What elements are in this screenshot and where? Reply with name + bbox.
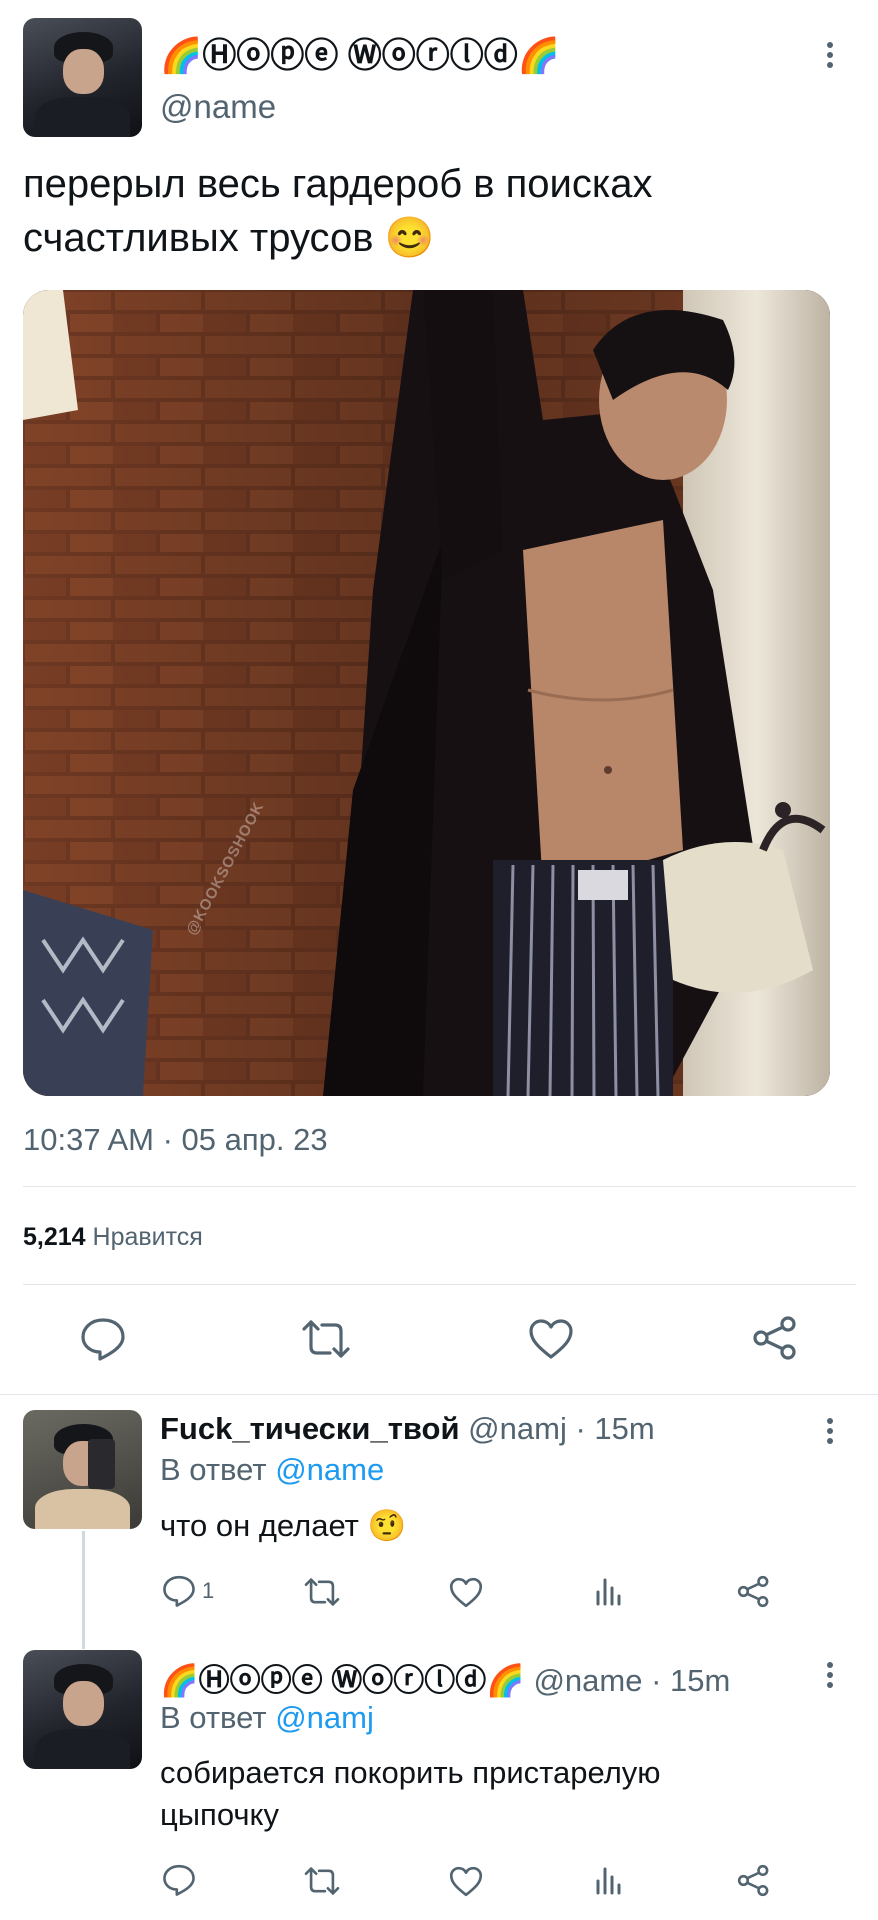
reply1-text: что он делает 🤨 [160, 1508, 407, 1543]
divider-1 [23, 1186, 856, 1187]
views-icon [596, 1578, 621, 1606]
reply2-retweet-button[interactable] [303, 1865, 341, 1897]
reply2-handle[interactable]: @name [533, 1663, 642, 1698]
tweet-timestamp[interactable]: 10:37 AM · 05 апр. 23 [23, 1122, 328, 1158]
divider-2 [23, 1284, 856, 1285]
reply-button[interactable] [80, 1317, 126, 1361]
share-icon [737, 1864, 769, 1897]
reply1-time[interactable]: · 15m [575, 1411, 654, 1446]
reply2-avatar[interactable] [23, 1650, 142, 1769]
reply1-more-icon[interactable] [827, 1418, 833, 1448]
reply2-replying-label: В ответ [160, 1700, 267, 1735]
reply1-avatar[interactable] [23, 1410, 142, 1529]
reply2-reply-button[interactable] [162, 1864, 196, 1896]
reply1-display-name[interactable]: Fuck_тически_твой [160, 1411, 460, 1446]
reply1-like-button[interactable] [449, 1577, 483, 1608]
likes-count: 5,214 [23, 1223, 86, 1251]
reply-icon [81, 1318, 125, 1361]
reply-icon [163, 1864, 195, 1896]
reply2-like-button[interactable] [449, 1866, 483, 1897]
reply2-replying-to: В ответ @namj [160, 1700, 374, 1736]
reply2-header: 🌈Ⓗⓞⓟⓔ Ⓦⓞⓡⓛⓓ🌈 @name · 15m [160, 1655, 730, 1700]
reply2-display-name[interactable]: 🌈Ⓗⓞⓟⓔ Ⓦⓞⓡⓛⓓ🌈 [160, 1663, 525, 1698]
reply2-text-line2: цыпочку [160, 1797, 279, 1832]
retweet-icon [304, 1867, 340, 1895]
share-button[interactable] [752, 1315, 798, 1361]
reply1-retweet-button[interactable] [303, 1576, 341, 1608]
author-display-name[interactable]: 🌈Ⓗⓞⓟⓔ Ⓦⓞⓡⓛⓓ🌈 [160, 28, 560, 77]
reply1-share-button[interactable] [737, 1575, 770, 1608]
thread-line [82, 1531, 85, 1649]
reply1-handle[interactable]: @namj [468, 1411, 567, 1446]
tweet-text-line2: счастливых трусов 😊 [23, 216, 435, 260]
likes-stat[interactable]: 5,214 Нравится [23, 1223, 203, 1252]
reply2-views-button[interactable] [594, 1865, 624, 1895]
heart-icon [449, 1577, 483, 1608]
share-icon [737, 1575, 769, 1608]
likes-label: Нравится [92, 1223, 203, 1251]
views-icon [596, 1867, 621, 1895]
retweet-button[interactable] [300, 1317, 352, 1361]
reply2-time[interactable]: · 15m [651, 1663, 730, 1698]
reply1-reply-button[interactable]: 1 [162, 1575, 214, 1607]
reply2-share-button[interactable] [737, 1864, 770, 1897]
tweet-photo[interactable]: @KOOKSOSHOOK [23, 290, 830, 1096]
reply2-text-line1: собирается покорить пристарелую [160, 1755, 661, 1790]
tweet-photo-illustration [23, 290, 830, 1096]
retweet-icon [302, 1320, 350, 1358]
reply2-more-icon[interactable] [827, 1662, 833, 1692]
more-options-icon[interactable] [827, 42, 833, 72]
like-button[interactable] [528, 1318, 574, 1360]
share-icon [753, 1316, 796, 1360]
divider-3 [0, 1394, 878, 1395]
reply1-replying-label: В ответ [160, 1452, 267, 1487]
heart-icon [529, 1319, 573, 1359]
reply2-replying-handle[interactable]: @namj [275, 1700, 374, 1735]
reply1-views-button[interactable] [594, 1576, 624, 1606]
tweet-text-line1: перерыл весь гардероб в поисках [23, 162, 653, 206]
author-avatar[interactable] [23, 18, 142, 137]
reply1-header: Fuck_тически_твой @namj · 15m [160, 1411, 655, 1447]
reply-icon [163, 1575, 195, 1607]
reply1-replying-to: В ответ @name [160, 1452, 384, 1488]
reply1-replying-handle[interactable]: @name [275, 1452, 384, 1487]
retweet-icon [304, 1578, 340, 1606]
heart-icon [449, 1866, 483, 1897]
reply1-reply-count: 1 [202, 1578, 215, 1603]
author-handle[interactable]: @name [160, 88, 276, 126]
